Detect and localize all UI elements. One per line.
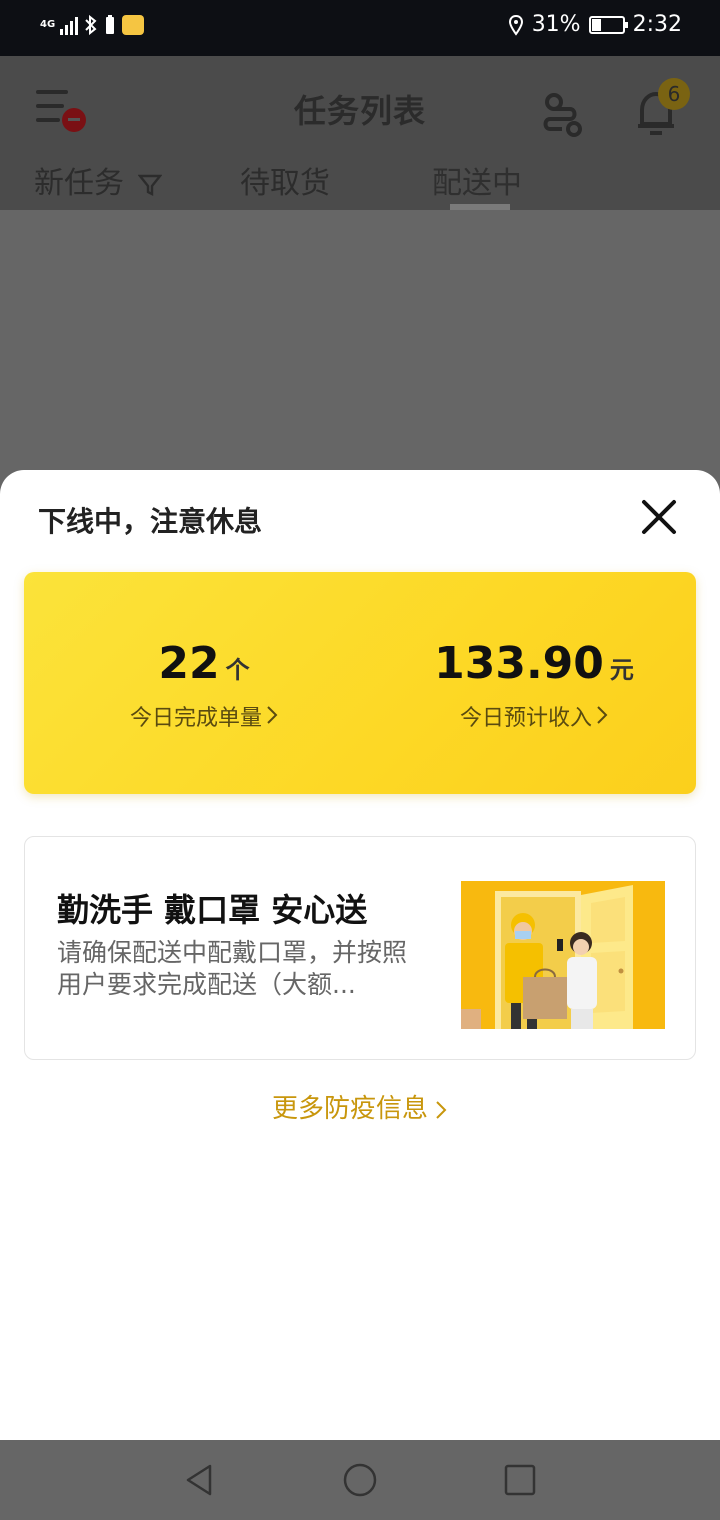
- status-right: 31% 2:32: [508, 12, 682, 37]
- network-type: 4G: [40, 19, 56, 30]
- route-icon[interactable]: [540, 92, 586, 138]
- tab-new-tasks[interactable]: 新任务: [34, 158, 162, 202]
- signal-icon: [60, 15, 78, 35]
- location-icon: [508, 14, 523, 36]
- clock: 2:32: [632, 12, 682, 37]
- stat-value-row: 133.90 元: [404, 636, 664, 692]
- orders-value: 22: [158, 638, 220, 689]
- estimated-income-stat[interactable]: 133.90 元 今日预计收入: [404, 636, 664, 732]
- task-tabs: 新任务 待取货 配送中: [0, 156, 720, 210]
- notification-badge: 6: [658, 78, 690, 110]
- info-title: 勤洗手 戴口罩 安心送: [57, 891, 368, 929]
- courier-illustration: [461, 881, 665, 1029]
- home-icon[interactable]: [342, 1462, 378, 1498]
- more-link-label: 更多防疫信息: [271, 1094, 428, 1124]
- income-unit: 元: [609, 656, 634, 684]
- orders-label: 今日完成单量: [129, 706, 262, 731]
- chevron-right-icon: [597, 706, 608, 724]
- more-prevention-info-link[interactable]: 更多防疫信息: [0, 1088, 720, 1125]
- status-left: 4G: [40, 14, 144, 36]
- income-label-row: 今日预计收入: [404, 700, 664, 732]
- safety-info-card[interactable]: 勤洗手 戴口罩 安心送 请确保配送中配戴口罩，并按照用户要求完成配送（大额...: [24, 836, 696, 1060]
- app-notification-icon: [122, 15, 144, 35]
- chevron-right-icon: [267, 706, 278, 724]
- tab-label: 待取货: [240, 166, 330, 201]
- back-icon[interactable]: [182, 1462, 218, 1498]
- completed-orders-stat[interactable]: 22 个 今日完成单量: [84, 636, 324, 732]
- modal-overlay[interactable]: [0, 210, 720, 510]
- bluetooth-icon: [85, 14, 97, 36]
- tab-pending-pickup[interactable]: 待取货: [240, 158, 330, 202]
- status-bar: 4G 31% 2:32: [0, 0, 720, 56]
- filter-icon[interactable]: [137, 173, 162, 197]
- info-description: 请确保配送中配戴口罩，并按照用户要求完成配送（大额...: [57, 938, 408, 999]
- battery-saver-icon: [106, 15, 114, 34]
- app-header: 任务列表 6 新任务 待取货 配送中: [0, 56, 720, 210]
- battery-icon: [588, 15, 628, 34]
- orders-unit: 个: [225, 656, 250, 684]
- close-icon[interactable]: [636, 494, 682, 540]
- sheet-title: 下线中，注意休息: [38, 505, 263, 538]
- daily-stats-card: 22 个 今日完成单量 133.90 元 今日预计收入: [24, 572, 696, 794]
- stat-value-row: 22 个: [84, 636, 324, 692]
- tab-label: 配送中: [432, 166, 522, 201]
- recents-icon[interactable]: [502, 1462, 538, 1498]
- income-label: 今日预计收入: [459, 706, 592, 731]
- orders-label-row: 今日完成单量: [84, 700, 324, 732]
- chevron-right-icon: [436, 1100, 447, 1119]
- battery-percent: 31%: [531, 12, 581, 37]
- income-value: 133.90: [434, 638, 604, 689]
- system-nav-bar: [0, 1440, 720, 1520]
- offline-sheet: 下线中，注意休息 22 个 今日完成单量 133.90 元 今日预计收入 勤洗手 戴…: [0, 470, 720, 1440]
- page-title: 任务列表: [293, 92, 426, 130]
- tab-label: 新任务: [34, 166, 124, 201]
- tab-delivering[interactable]: 配送中: [432, 158, 522, 202]
